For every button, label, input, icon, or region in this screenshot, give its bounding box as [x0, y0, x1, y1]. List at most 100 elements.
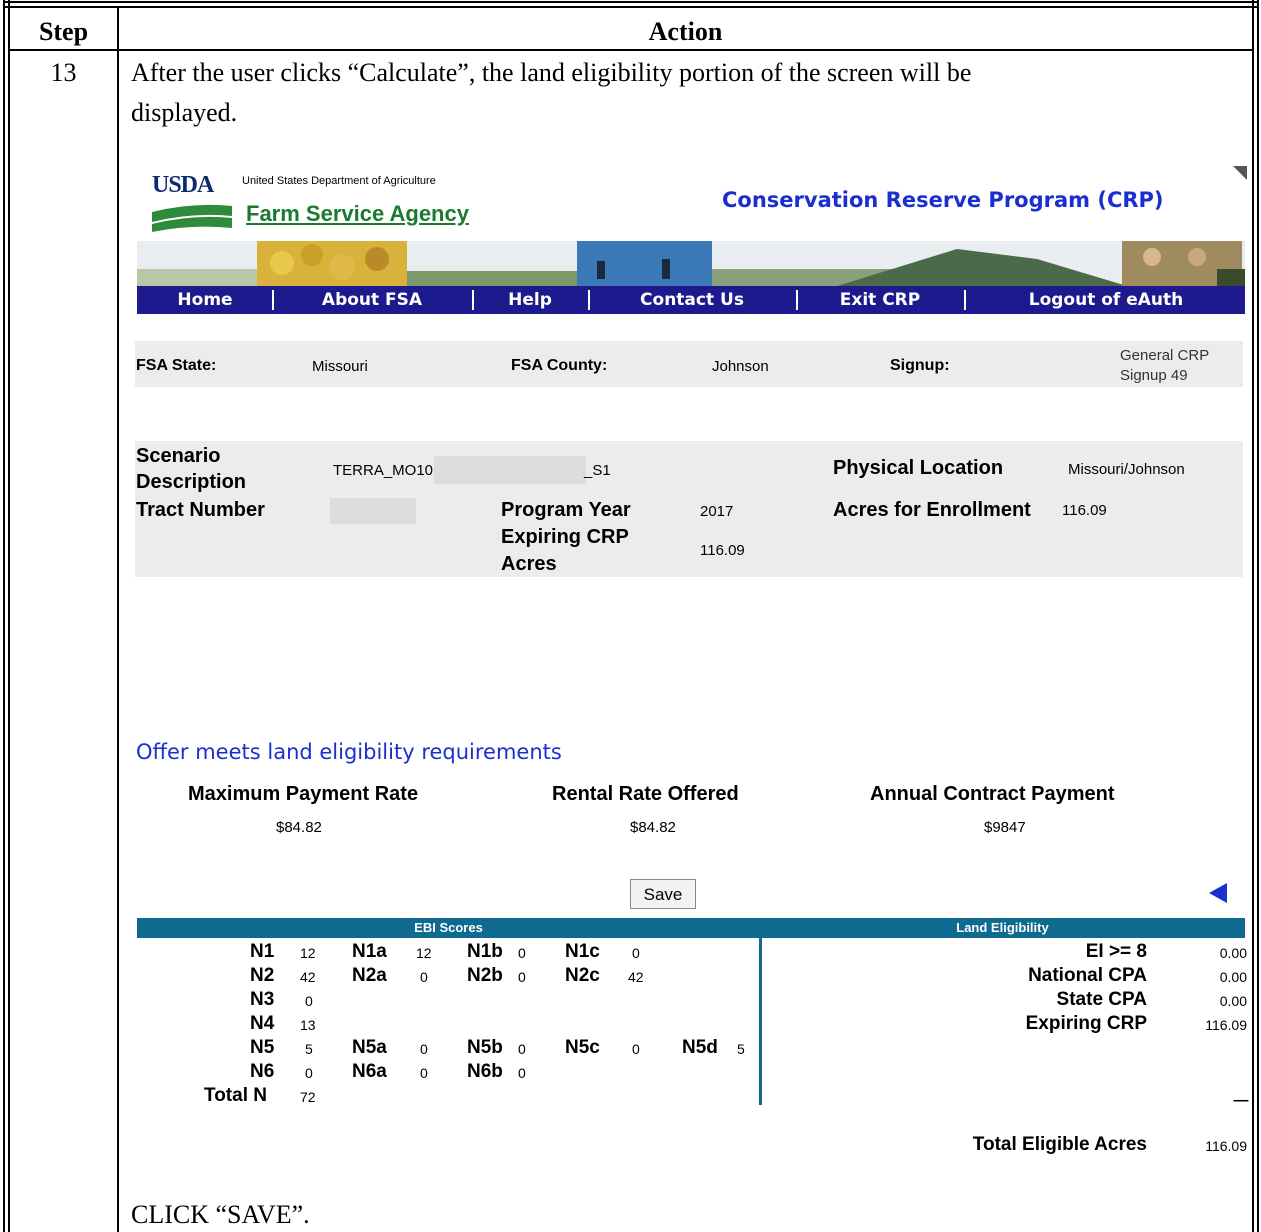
- max-payment-rate-value: $84.82: [276, 819, 322, 836]
- instruction-text-line2: displayed.: [131, 98, 238, 127]
- redacted-block: [330, 498, 416, 524]
- ebi-label-n5d: N5d: [682, 1037, 718, 1058]
- table-header-divider: [8, 49, 1254, 51]
- nav-about-fsa[interactable]: About FSA: [274, 288, 470, 312]
- fsa-state-label: FSA State:: [136, 357, 217, 374]
- nav-home[interactable]: Home: [140, 288, 270, 312]
- nav-contact-us[interactable]: Contact Us: [590, 288, 794, 312]
- ebi-value-n1: 12: [300, 945, 316, 961]
- ebi-label-n2: N2: [250, 965, 275, 986]
- step-number: 13: [50, 58, 77, 87]
- nav-help[interactable]: Help: [474, 288, 586, 312]
- ebi-label-n6: N6: [250, 1061, 275, 1082]
- ebi-label-n1a: N1a: [352, 941, 387, 962]
- ebi-label-n5b: N5b: [467, 1037, 503, 1058]
- rental-rate-offered-label: Rental Rate Offered: [552, 783, 739, 805]
- total-eligible-acres-value: 116.09: [1205, 1138, 1247, 1154]
- ei-value: 0.00: [1219, 945, 1247, 961]
- acres-for-enrollment-label: Acres for Enrollment: [833, 499, 1031, 521]
- scenario-description-value-prefix: TERRA_MO101_: [333, 462, 450, 479]
- fsa-county-value: Johnson: [712, 358, 769, 375]
- nav-exit-crp[interactable]: Exit CRP: [798, 288, 962, 312]
- farm-service-agency-link[interactable]: Farm Service Agency: [246, 201, 469, 227]
- ebi-total-label: Total N: [204, 1085, 267, 1106]
- expiring-crp-acres-value: 116.09: [700, 542, 745, 559]
- land-eligibility-header: Land Eligibility: [760, 918, 1245, 938]
- ebi-value-n2c: 42: [628, 969, 644, 985]
- program-year-value: 2017: [700, 503, 734, 520]
- ei-label: EI >= 8: [1085, 941, 1147, 962]
- expiring-crp-label: Expiring CRP: [1025, 1013, 1147, 1034]
- ebi-label-n2c: N2c: [565, 965, 600, 986]
- ebi-label-n1: N1: [250, 941, 275, 962]
- instruction-text-line1: After the user clicks “Calculate”, the l…: [131, 58, 972, 87]
- ebi-value-n2: 42: [300, 969, 316, 985]
- ebi-value-n5b: 0: [518, 1041, 526, 1057]
- ebi-label-n5a: N5a: [352, 1037, 387, 1058]
- total-eligible-acres-label: Total Eligible Acres: [972, 1134, 1147, 1155]
- ebi-value-n5a: 0: [420, 1041, 428, 1057]
- state-cpa-label: State CPA: [1056, 989, 1147, 1010]
- ebi-value-n6: 0: [305, 1065, 313, 1081]
- usda-department-name: United States Department of Agriculture: [242, 175, 436, 187]
- total-separator: ------: [1233, 1092, 1249, 1107]
- state-cpa-value: 0.00: [1219, 993, 1247, 1009]
- ebi-label-n6b: N6b: [467, 1061, 503, 1082]
- tract-number-label: Tract Number: [136, 499, 265, 521]
- physical-location-label: Physical Location: [833, 457, 1004, 479]
- nav-logout[interactable]: Logout of eAuth: [966, 288, 1246, 312]
- scenario-description-value-suffix: _S1: [584, 462, 611, 479]
- annual-contract-payment-value: $9847: [984, 819, 1026, 836]
- redacted-block: [434, 456, 586, 484]
- ebi-value-n2b: 0: [518, 969, 526, 985]
- ebi-label-n3: N3: [250, 989, 275, 1010]
- column-header-action: Action: [648, 17, 723, 46]
- signup-value-line1: General CRP: [1120, 347, 1210, 364]
- footer-instruction: CLICK “SAVE”.: [131, 1200, 310, 1229]
- eligibility-message: Offer meets land eligibility requirement…: [136, 740, 562, 764]
- ebi-value-n6a: 0: [420, 1065, 428, 1081]
- ebi-label-n5c: N5c: [565, 1037, 600, 1058]
- signup-label: Signup:: [890, 357, 950, 374]
- ebi-label-n6a: N6a: [352, 1061, 387, 1082]
- ebi-label-n4: N4: [250, 1013, 275, 1034]
- ebi-label-n1c: N1c: [565, 941, 600, 962]
- photo-banner-image: [137, 241, 1245, 286]
- table-border-left-inner: [8, 0, 10, 1232]
- ebi-label-n5: N5: [250, 1037, 275, 1058]
- expiring-crp-acres-label-line2: Acres: [501, 553, 557, 575]
- max-payment-rate-label: Maximum Payment Rate: [188, 783, 419, 805]
- table-column-divider: [117, 6, 119, 1232]
- program-title: Conservation Reserve Program (CRP): [722, 188, 1164, 212]
- table-border-right-outer: [1257, 0, 1259, 1232]
- ebi-value-n5d: 5: [737, 1041, 745, 1057]
- acres-for-enrollment-value: 116.09: [1062, 502, 1107, 519]
- usda-logo-text: USDA: [152, 172, 214, 198]
- save-button[interactable]: Save: [630, 879, 696, 909]
- section-divider: [759, 938, 762, 1105]
- program-year-label: Program Year: [501, 499, 631, 521]
- ebi-label-n1b: N1b: [467, 941, 503, 962]
- column-header-step: Step: [38, 17, 89, 46]
- annual-contract-payment-label: Annual Contract Payment: [870, 783, 1115, 805]
- ebi-total-value: 72: [300, 1089, 316, 1105]
- table-border-top-inner: [3, 6, 1259, 8]
- rental-rate-offered-value: $84.82: [630, 819, 676, 836]
- ebi-value-n1b: 0: [518, 945, 526, 961]
- expiring-crp-value: 116.09: [1205, 1017, 1247, 1033]
- corner-arrow-icon: [1233, 166, 1247, 180]
- signup-value-line2: Signup 49: [1120, 367, 1188, 384]
- ebi-value-n5: 5: [305, 1041, 313, 1057]
- ebi-scores-header: EBI Scores: [137, 918, 760, 938]
- physical-location-value: Missouri/Johnson: [1068, 461, 1185, 478]
- table-border-right-inner: [1252, 0, 1254, 1232]
- collapse-arrow-icon[interactable]: [1209, 883, 1227, 903]
- ebi-value-n6b: 0: [518, 1065, 526, 1081]
- national-cpa-label: National CPA: [1028, 965, 1147, 986]
- table-border-left-outer: [3, 0, 5, 1232]
- scenario-description-label-line1: Scenario: [136, 445, 221, 467]
- ebi-value-n2a: 0: [420, 969, 428, 985]
- ebi-value-n1c: 0: [632, 945, 640, 961]
- fsa-state-value: Missouri: [312, 358, 368, 375]
- usda-logo-swoosh-icon: [152, 204, 232, 232]
